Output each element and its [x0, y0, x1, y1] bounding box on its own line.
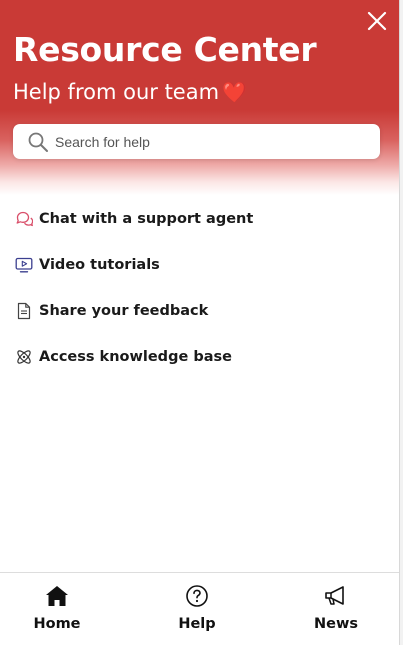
header: Resource Center Help from our team ❤️	[0, 0, 399, 195]
bottom-nav: Home Help News	[0, 572, 399, 645]
page-title: Resource Center	[13, 30, 317, 69]
subtitle-text: Help from our team	[13, 80, 220, 104]
home-icon	[44, 583, 70, 609]
menu-item-label: Access knowledge base	[39, 349, 232, 365]
megaphone-icon	[323, 583, 349, 609]
nav-label: Help	[178, 616, 216, 632]
close-icon	[367, 11, 387, 31]
search-icon	[27, 131, 49, 153]
menu-item-label: Chat with a support agent	[39, 211, 254, 227]
menu-item-knowledge-base[interactable]: Access knowledge base	[0, 334, 399, 380]
nav-label: News	[314, 616, 358, 632]
search-bar[interactable]	[13, 124, 380, 159]
nav-home[interactable]: Home	[7, 583, 107, 639]
video-icon	[14, 255, 34, 275]
search-input[interactable]	[55, 133, 365, 150]
resource-menu: Chat with a support agent Video tutorial…	[0, 196, 399, 380]
menu-item-feedback[interactable]: Share your feedback	[0, 288, 399, 334]
atom-icon	[14, 347, 34, 367]
heart-icon: ❤️	[222, 80, 247, 104]
resource-center-panel: Resource Center Help from our team❤️ Cha	[0, 0, 400, 645]
nav-label: Home	[33, 616, 81, 632]
menu-item-video[interactable]: Video tutorials	[0, 242, 399, 288]
nav-help[interactable]: Help	[147, 583, 247, 639]
nav-news[interactable]: News	[286, 583, 386, 639]
chat-bubbles-icon	[14, 209, 34, 229]
help-circle-icon	[184, 583, 210, 609]
document-icon	[14, 301, 34, 321]
menu-item-chat[interactable]: Chat with a support agent	[0, 196, 399, 242]
menu-item-label: Share your feedback	[39, 303, 209, 319]
page-subtitle: Help from our team ❤️	[13, 80, 247, 104]
close-button[interactable]	[366, 10, 388, 32]
menu-item-label: Video tutorials	[39, 257, 160, 273]
